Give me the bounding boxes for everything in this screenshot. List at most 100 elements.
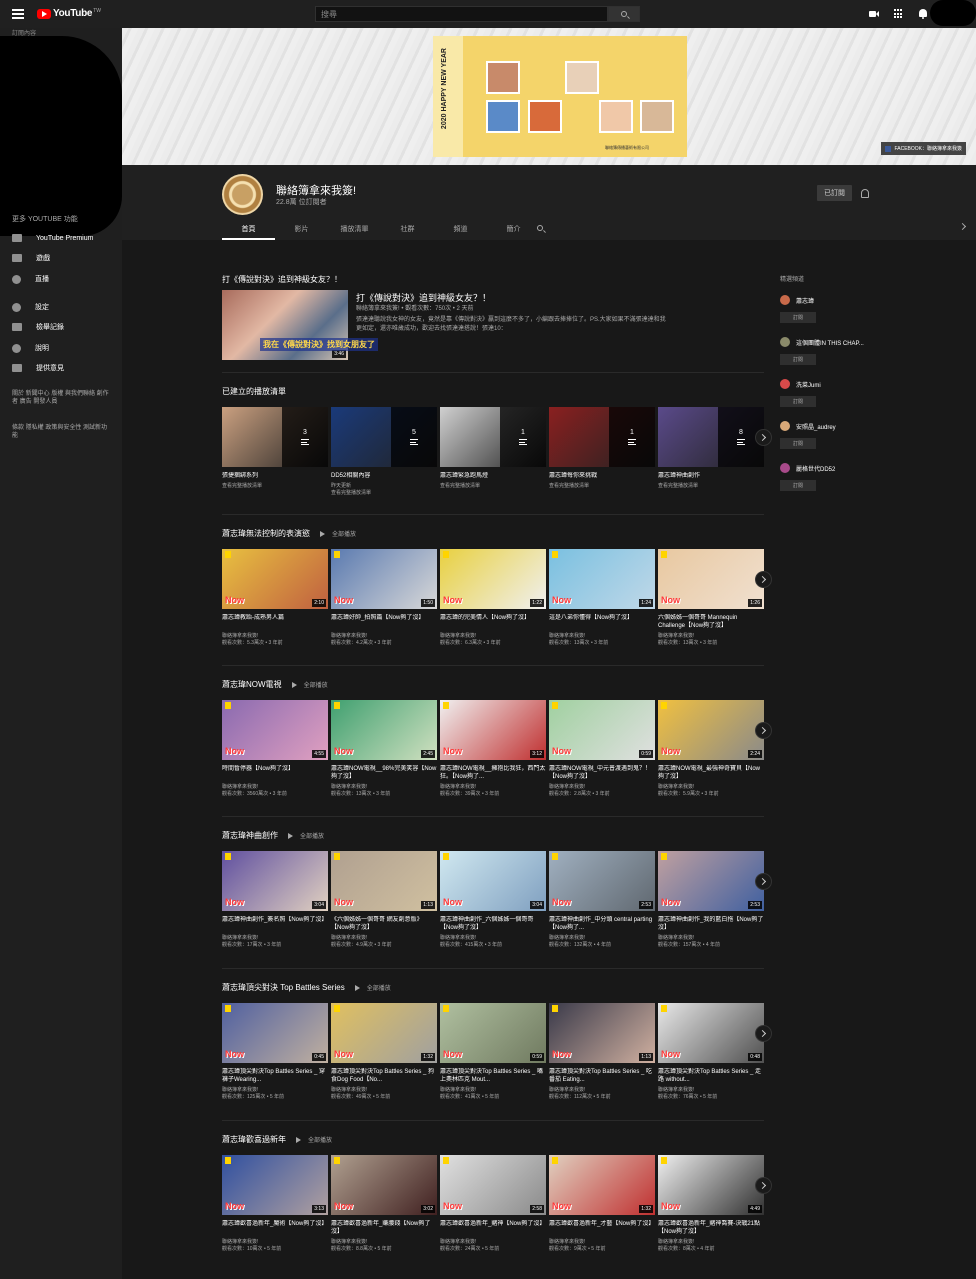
video-thumbnail[interactable]: Now 1:22 <box>440 549 546 609</box>
video-title[interactable]: 蕭志瑋頂尖對決Top Battles Series _ 嘴上奧林匹克 Mout.… <box>440 1068 546 1084</box>
sidebar-item-feedback[interactable]: 提供意見 <box>12 362 64 374</box>
shelf-next-button[interactable] <box>755 873 772 890</box>
shelf-title-text[interactable]: 蕭志瑋神曲創作 <box>222 830 278 841</box>
tab-channels[interactable]: 頻道 <box>434 217 487 240</box>
video-title[interactable]: 蕭志瑋NOW電視_中元普渡遇到鬼？！【Now夠了沒】 <box>549 765 655 781</box>
video-thumbnail[interactable]: Now 4:55 <box>222 700 328 760</box>
tab-community[interactable]: 社群 <box>381 217 434 240</box>
video-channel[interactable]: 聯絡簿拿來我簽! <box>549 935 655 942</box>
video-card[interactable]: Now 3:12 蕭志瑋NOW電視__擁抱比我狂，西門太狂。【Now夠了... 聯絡簿… <box>440 700 546 798</box>
chevron-right-icon[interactable] <box>958 222 967 231</box>
video-card[interactable]: Now 3:04 蕭志瑋神曲創作_簽名照【Now夠了沒】 聯絡簿拿來我簽! 觀看次數：1… <box>222 851 328 949</box>
subscribe-button[interactable]: 訂閱 <box>780 438 816 449</box>
shelf-title-text[interactable]: 蕭志瑋歡喜過新年 <box>222 1134 286 1145</box>
video-card[interactable]: Now 2:10 蕭志瑋教跆-成熟男人篇 聯絡簿拿來我簽! 觀看次數：5.3萬次 • 3… <box>222 549 328 647</box>
video-title[interactable]: 這是八弟你懂得【Now夠了沒】 <box>549 614 655 630</box>
video-channel[interactable]: 聯絡簿拿來我簽! <box>658 1239 764 1246</box>
video-card[interactable]: Now 2:53 蕭志瑋神曲創作_中分頭 central parting【Now夠了… <box>549 851 655 949</box>
video-thumbnail[interactable]: Now 2:53 <box>549 851 655 911</box>
video-thumbnail[interactable]: Now 3:02 <box>331 1155 437 1215</box>
subscribe-button[interactable]: 訂閱 <box>780 354 816 365</box>
sidebar-footer-legal[interactable]: 條款 隱私權 政策與安全性 測試新功能 <box>12 424 112 440</box>
video-thumbnail[interactable]: Now 3:13 <box>222 1155 328 1215</box>
shelf-next-button[interactable] <box>755 722 772 739</box>
subscribe-button[interactable]: 訂閱 <box>780 396 816 407</box>
video-title[interactable]: 蕭志瑋頂尖對決Top Battles Series _ 狗食Dog Food【N… <box>331 1068 437 1084</box>
shelf-title[interactable]: 蕭志瑋歡喜過新年 全部播放 <box>222 1134 332 1145</box>
video-channel[interactable]: 聯絡簿拿來我簽! <box>222 633 328 640</box>
notifications-bell-icon[interactable] <box>918 9 928 19</box>
shelf-title-text[interactable]: 蕭志瑋頂尖對決 Top Battles Series <box>222 982 345 993</box>
video-title[interactable]: 蕭志瑋頂尖對決Top Battles Series _ 吃番茄 Eating..… <box>549 1068 655 1084</box>
sidebar-footer-links[interactable]: 關於 新聞中心 版權 與我們聯絡 創作者 廣告 開發人員 <box>12 390 112 406</box>
channel-avatar[interactable] <box>780 379 790 389</box>
video-channel[interactable]: 聯絡簿拿來我簽! <box>222 935 328 942</box>
play-all-button[interactable]: 全部播放 <box>296 1135 332 1144</box>
playlist-card[interactable]: 1 蕭志瑋每你來挑戰 查看完整播放清單 <box>549 407 655 490</box>
video-channel[interactable]: 聯絡簿拿來我簽! <box>658 935 764 942</box>
video-title[interactable]: 蕭志瑋歡喜過新年_魔術【Now夠了沒】 <box>222 1220 328 1236</box>
tab-playlists[interactable]: 播放清單 <box>328 217 381 240</box>
video-card[interactable]: Now 2:45 蕭志瑋NOW電視__98%完美笑容【Now夠了沒】 聯絡簿拿來我簽!… <box>331 700 437 798</box>
notification-bell-icon[interactable] <box>861 189 869 198</box>
featured-channel-item[interactable]: 洗菜Jumi <box>780 379 821 389</box>
video-card[interactable]: Now 0:59 蕭志瑋頂尖對決Top Battles Series _ 嘴上奧林匹… <box>440 1003 546 1101</box>
video-channel[interactable]: 聯絡簿拿來我簽! <box>222 1239 328 1246</box>
video-thumbnail[interactable]: Now 0:59 <box>440 1003 546 1063</box>
tab-home[interactable]: 首頁 <box>222 217 275 240</box>
video-channel[interactable]: 聯絡簿拿來我簽! <box>658 784 764 791</box>
channel-avatar[interactable] <box>780 421 790 431</box>
playlist-card[interactable]: 3 張捷捆綁系列 查看完整播放清單 <box>222 407 328 490</box>
video-channel[interactable]: 聯絡簿拿來我簽! <box>549 784 655 791</box>
featured-channel-item[interactable]: 安照晶_audrey <box>780 421 836 431</box>
video-card[interactable]: Now 4:55 時間暫停器【Now夠了沒】 聯絡簿拿來我簽! 觀看次數：3560萬次 … <box>222 700 328 798</box>
video-thumbnail[interactable]: Now 1:13 <box>331 851 437 911</box>
play-all-button[interactable]: 全部播放 <box>320 529 356 538</box>
subscribed-button[interactable]: 已訂閱 <box>817 185 852 201</box>
video-card[interactable]: Now 2:24 蕭志瑋NOW電視_最強神奇寶貝【Now夠了沒】 聯絡簿拿來我簽! 觀看… <box>658 700 764 798</box>
video-thumbnail[interactable]: Now 3:04 <box>440 851 546 911</box>
video-title[interactable]: 蕭志瑋的完美情人【Now夠了沒】 <box>440 614 546 630</box>
video-channel[interactable]: 聯絡簿拿來我簽! <box>549 633 655 640</box>
video-title[interactable]: 蕭志瑋歡喜過新年_賺腰錢【Now夠了沒】 <box>331 1220 437 1236</box>
play-all-button[interactable]: 全部播放 <box>291 680 328 689</box>
video-channel[interactable]: 聯絡簿拿來我簽! <box>658 633 764 640</box>
video-card[interactable]: Now 0:45 蕭志瑋頂尖對決Top Battles Series _ 穿褲子We… <box>222 1003 328 1101</box>
sidebar-item-premium[interactable]: YouTube Premium <box>12 232 93 244</box>
video-card[interactable]: Now 1:24 這是八弟你懂得【Now夠了沒】 聯絡簿拿來我簽! 觀看次數：13萬次 … <box>549 549 655 647</box>
video-title[interactable]: 蕭志瑋神曲創作_簽名照【Now夠了沒】 <box>222 916 328 932</box>
featured-section-title[interactable]: 打《傳說對決》追到神級女友？！ <box>222 274 342 285</box>
video-card[interactable]: Now 0:48 蕭志瑋頂尖對決Top Battles Series _ 走路 wi… <box>658 1003 764 1101</box>
featured-channel-name[interactable]: 洗菜Jumi <box>796 380 821 389</box>
playlist-thumbnail[interactable]: 3 <box>222 407 328 467</box>
video-thumbnail[interactable]: Now 1:24 <box>549 549 655 609</box>
video-title[interactable]: 《六個姊姊一個哥哥 網友創意版》【Now夠了沒】 <box>331 916 437 932</box>
video-title[interactable]: 蕭志瑋NOW電視__擁抱比我狂，西門太狂。【Now夠了... <box>440 765 546 781</box>
playlist-title[interactable]: 張捷捆綁系列 <box>222 472 328 480</box>
video-thumbnail[interactable]: Now 2:53 <box>658 851 764 911</box>
video-title[interactable]: 時間暫停器【Now夠了沒】 <box>222 765 328 781</box>
playlist-thumbnail[interactable]: 1 <box>549 407 655 467</box>
play-all-button[interactable]: 全部播放 <box>354 983 391 992</box>
video-title[interactable]: 蕭志瑋好帥_拍照篇【Now夠了沒】 <box>331 614 437 630</box>
video-thumbnail[interactable]: Now 0:45 <box>222 1003 328 1063</box>
menu-icon[interactable] <box>12 9 24 19</box>
video-thumbnail[interactable]: Now 1:26 <box>658 549 764 609</box>
video-title[interactable]: 蕭志瑋頂尖對決Top Battles Series _ 走路 without..… <box>658 1068 764 1084</box>
video-channel[interactable]: 聯絡簿拿來我簽! <box>331 935 437 942</box>
featured-channel-item[interactable]: 麗格世代DD52 <box>780 463 835 473</box>
video-channel[interactable]: 聯絡簿拿來我簽! <box>222 1087 328 1094</box>
video-thumbnail[interactable]: Now 2:24 <box>658 700 764 760</box>
video-thumbnail[interactable]: Now 1:32 <box>549 1155 655 1215</box>
play-all-button[interactable]: 全部播放 <box>288 831 324 840</box>
video-thumbnail[interactable]: Now 2:45 <box>331 700 437 760</box>
video-thumbnail[interactable]: Now 2:58 <box>440 1155 546 1215</box>
featured-channel-item[interactable]: 蕭志瑋 <box>780 295 814 305</box>
shelf-title-text[interactable]: 蕭志瑋無法控制的表演慾 <box>222 528 310 539</box>
youtube-logo[interactable]: YouTube TW <box>37 8 101 19</box>
video-card[interactable]: Now 3:02 蕭志瑋歡喜過新年_賺腰錢【Now夠了沒】 聯絡簿拿來我簽! 觀看次數：… <box>331 1155 437 1253</box>
shelf-title[interactable]: 蕭志瑋無法控制的表演慾 全部播放 <box>222 528 356 539</box>
video-card[interactable]: Now 3:13 蕭志瑋歡喜過新年_魔術【Now夠了沒】 聯絡簿拿來我簽! 觀看次數：1… <box>222 1155 328 1253</box>
video-title[interactable]: 蕭志瑋神曲創作_六個姊姊一個哥哥【Now夠了沒】 <box>440 916 546 932</box>
sidebar-item-gaming[interactable]: 遊戲 <box>12 252 50 264</box>
